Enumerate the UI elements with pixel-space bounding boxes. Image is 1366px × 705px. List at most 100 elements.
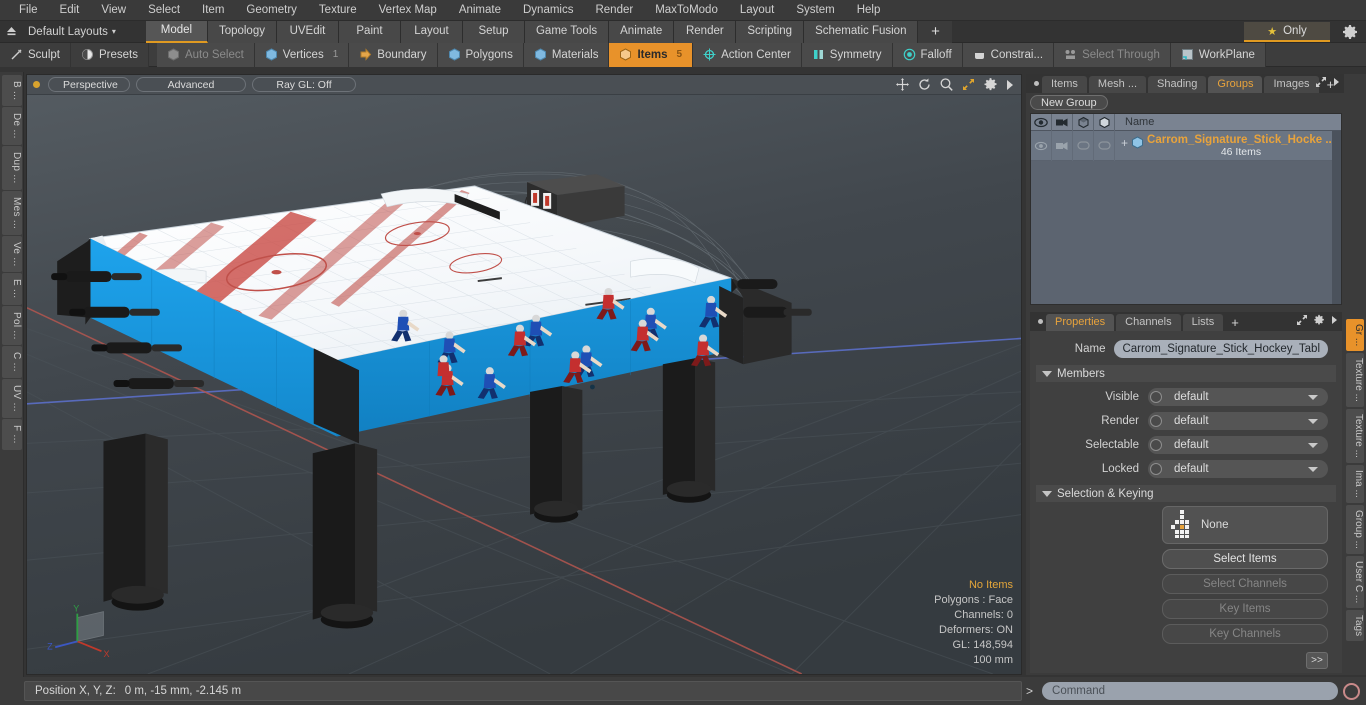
left-rail-tab-duplicate[interactable]: Dup ... [2,146,22,190]
table-row[interactable]: + Carrom_Signature_Stick_Hocke ... 46 It… [1031,130,1341,161]
tool-sculpt[interactable]: Sculpt [0,42,71,67]
tool-select-through[interactable]: Select Through [1054,42,1171,67]
left-rail-tab-vertex[interactable]: Ve ... [2,235,22,273]
right-rail-tab-user-channels[interactable]: User C ... [1346,555,1364,608]
visible-state-dot-icon[interactable] [1150,391,1162,403]
tab-items[interactable]: Items [1042,76,1087,93]
gear-icon[interactable] [1313,314,1325,329]
right-rail-tab-texture-2[interactable]: Texture ... [1346,409,1364,464]
right-rail-tab-group[interactable]: Group ... [1346,504,1364,554]
right-rail-tab-groups[interactable]: Gr ... [1346,319,1364,352]
render-state-dot-icon[interactable] [1150,415,1162,427]
row-solid-toggle[interactable] [1094,130,1115,161]
left-rail-tab-fusion[interactable]: F ... [2,418,22,450]
expand-icon[interactable] [1315,76,1327,91]
layout-tab-model[interactable]: Model [145,20,208,43]
chevron-down-icon[interactable] [1308,466,1318,472]
viewport-raygl-toggle[interactable]: Ray GL: Off [252,77,356,92]
render-dropdown[interactable]: default [1148,412,1328,430]
row-render-toggle[interactable] [1052,130,1073,161]
menu-item-item[interactable]: Item [191,0,235,21]
selection-keying-section-header[interactable]: Selection & Keying [1036,485,1336,502]
key-items-button[interactable]: Key Items [1162,599,1328,619]
locked-dropdown[interactable]: default [1148,460,1328,478]
gear-icon[interactable] [983,77,998,92]
chevron-right-icon[interactable] [1005,78,1015,92]
menu-item-maxtomodo[interactable]: MaxToModo [644,0,729,21]
selection-mode-boundary[interactable]: Boundary [349,42,438,67]
menu-item-layout[interactable]: Layout [729,0,786,21]
viewport-scene[interactable]: CARROM [27,95,1021,674]
fit-icon[interactable] [961,77,976,92]
layout-tab-scripting[interactable]: Scripting [736,20,805,43]
viewport-shading-selector[interactable]: Advanced [136,77,246,92]
chevron-down-icon[interactable] [1308,442,1318,448]
chevron-down-icon[interactable] [1308,394,1318,400]
command-input[interactable]: Command [1042,682,1338,700]
row-shaded-toggle[interactable] [1073,130,1094,161]
properties-menu-dot-icon[interactable] [1034,312,1046,331]
tab-mesh[interactable]: Mesh ... [1088,76,1147,93]
selection-mode-materials[interactable]: Materials [523,42,610,67]
selection-set-field[interactable]: None [1162,506,1328,544]
expand-icon[interactable] [1296,314,1308,329]
menu-item-view[interactable]: View [90,0,137,21]
group-row-content[interactable]: + Carrom_Signature_Stick_Hocke ... 46 It… [1115,134,1341,158]
gear-icon[interactable] [1342,24,1358,40]
selectable-state-dot-icon[interactable] [1150,439,1162,451]
menu-item-animate[interactable]: Animate [448,0,512,21]
viewport-projection-selector[interactable]: Perspective [48,77,130,92]
menu-item-file[interactable]: File [8,0,49,21]
add-properties-tab-button[interactable]: + [1225,314,1245,331]
tab-properties[interactable]: Properties [1046,314,1115,331]
selection-mode-polygons[interactable]: Polygons [437,42,524,67]
key-channels-button[interactable]: Key Channels [1162,624,1328,644]
selection-mode-auto-select[interactable]: Auto Select [156,42,255,67]
visible-dropdown[interactable]: default [1148,388,1328,406]
name-field[interactable]: Carrom_Signature_Stick_Hockey_Tabl [1114,340,1328,358]
layout-preset-label[interactable]: Default Layouts [22,26,108,38]
layout-tab-uvedit[interactable]: UVEdit [276,20,339,43]
chevron-down-icon[interactable]: ▾ [112,27,116,36]
menu-item-geometry[interactable]: Geometry [235,0,308,21]
menu-item-edit[interactable]: Edit [49,0,91,21]
layout-tab-layout[interactable]: Layout [400,20,463,43]
tool-symmetry[interactable]: Symmetry [801,42,893,67]
left-rail-tab-curve[interactable]: C ... [2,346,22,379]
tool-falloff[interactable]: Falloff [892,42,963,67]
groups-list-scrollbar[interactable] [1332,131,1341,304]
tab-channels[interactable]: Channels [1116,314,1181,331]
expand-group-icon[interactable]: + [1121,134,1128,150]
left-rail-tab-deform[interactable]: De ... [2,107,22,145]
add-layout-tab-button[interactable]: + [918,20,953,43]
menu-item-vertex-map[interactable]: Vertex Map [368,0,448,21]
right-rail-tab-images[interactable]: Ima ... [1346,465,1364,503]
tool-workplane[interactable]: WorkPlane [1170,42,1266,67]
selection-mode-items[interactable]: Items 5 [609,42,694,67]
tool-constraint[interactable]: Constrai... [962,42,1055,67]
left-rail-tab-polygon[interactable]: Pol ... [2,305,22,346]
rotate-icon[interactable] [917,77,932,92]
chevron-right-icon[interactable] [1332,77,1340,90]
only-toggle-button[interactable]: ★ Only [1244,22,1330,42]
left-rail-tab-basic[interactable]: B ... [2,75,22,107]
left-rail-tab-mesh[interactable]: Mes ... [2,190,22,235]
right-rail-tab-tags[interactable]: Tags [1346,609,1364,642]
chevron-right-icon[interactable] [1330,315,1338,328]
layout-tab-topology[interactable]: Topology [207,20,277,43]
pan-icon[interactable] [895,77,910,92]
tool-action-center[interactable]: Action Center [693,42,802,67]
column-eye-icon[interactable] [1031,113,1052,131]
right-rail-tab-texture-1[interactable]: Texture ... [1346,353,1364,408]
selection-mode-vertices[interactable]: Vertices 1 [254,42,350,67]
menu-item-dynamics[interactable]: Dynamics [512,0,584,21]
layout-tab-game-tools[interactable]: Game Tools [524,20,610,43]
menu-item-render[interactable]: Render [584,0,644,21]
layout-tab-render[interactable]: Render [674,20,737,43]
tab-lists[interactable]: Lists [1182,314,1224,331]
record-icon[interactable] [1343,682,1360,700]
left-rail-tab-uv[interactable]: UV ... [2,379,22,418]
goto-button[interactable]: >> [1306,652,1328,669]
row-eye-toggle[interactable] [1031,130,1052,161]
layout-tab-paint[interactable]: Paint [338,20,401,43]
